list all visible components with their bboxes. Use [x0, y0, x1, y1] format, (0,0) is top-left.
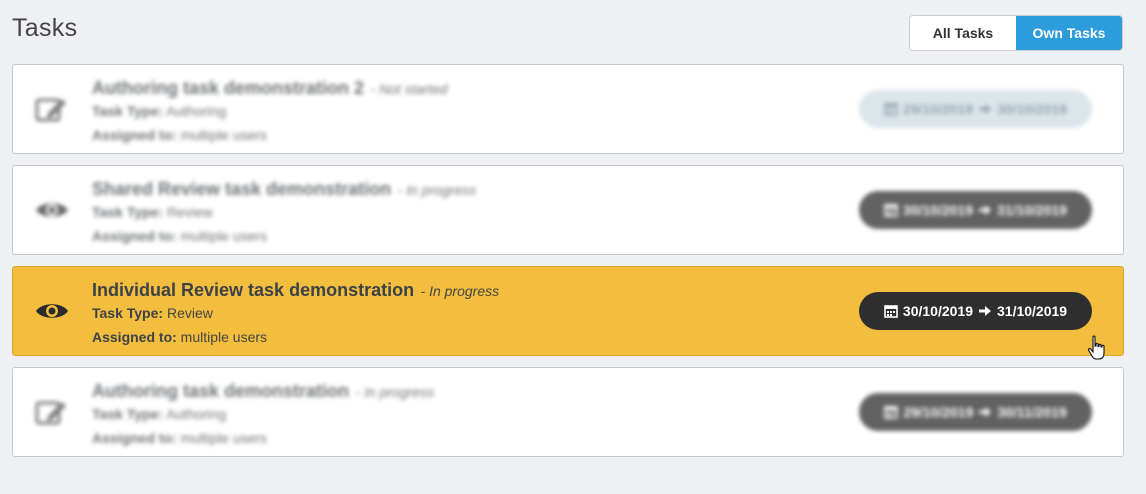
- task-card-selected[interactable]: Individual Review task demonstration - I…: [12, 266, 1124, 356]
- task-filter-toggle: All Tasks Own Tasks: [909, 15, 1123, 51]
- task-type: Task Type: Authoring: [92, 103, 226, 119]
- arrow-right-icon: [979, 407, 992, 417]
- task-title: Shared Review task demonstration: [92, 179, 392, 199]
- start-date: 30/10/2019: [902, 202, 973, 218]
- task-assigned-value: multiple users: [180, 430, 268, 446]
- task-assigned: Assigned to: multiple users: [92, 127, 267, 143]
- task-type-label: Task Type:: [92, 204, 164, 220]
- task-assigned-label: Assigned to:: [92, 430, 177, 446]
- arrow-right-icon: [979, 104, 991, 114]
- task-assigned-value: multiple users: [180, 228, 268, 244]
- task-type-value: Review: [166, 305, 213, 321]
- task-type-label: Task Type:: [92, 406, 164, 422]
- task-type-value: Review: [166, 204, 213, 220]
- task-assigned: Assigned to: multiple users: [92, 228, 267, 244]
- task-assigned-value: multiple users: [180, 127, 268, 143]
- start-date: 30/10/2019: [902, 303, 973, 319]
- edit-icon: [35, 93, 69, 125]
- task-assigned: Assigned to: multiple users: [92, 430, 267, 446]
- calendar-icon: [884, 204, 898, 217]
- all-tasks-button[interactable]: All Tasks: [910, 16, 1016, 50]
- task-status: - In progress: [355, 384, 435, 400]
- calendar-icon: [884, 406, 899, 419]
- start-date: 29/10/2019: [902, 101, 973, 117]
- arrow-right-icon: [979, 205, 991, 215]
- task-type-value: Authoring: [166, 103, 227, 119]
- date-range-pill: 29/10/2019 30/10/2019: [859, 90, 1092, 128]
- task-title: Authoring task demonstration: [92, 381, 350, 401]
- task-assigned-value: multiple users: [180, 329, 268, 345]
- arrow-right-icon: [979, 306, 991, 316]
- end-date: 30/10/2019: [997, 101, 1068, 117]
- task-title: Authoring task demonstration 2: [92, 78, 365, 98]
- task-status: - In progress: [420, 283, 500, 299]
- calendar-icon: [884, 103, 898, 116]
- date-range-pill[interactable]: 30/10/2019 31/10/2019: [859, 292, 1092, 330]
- task-card[interactable]: Authoring task demonstration 2 - Not sta…: [12, 64, 1124, 154]
- task-status: - In progress: [397, 182, 477, 198]
- task-type-label: Task Type:: [92, 305, 164, 321]
- task-title: Individual Review task demonstration: [92, 280, 415, 300]
- task-type: Task Type: Review: [92, 204, 213, 220]
- start-date: 29/10/2019: [903, 404, 974, 420]
- edit-icon: [35, 396, 69, 428]
- task-assigned-label: Assigned to:: [92, 329, 177, 345]
- task-card[interactable]: Authoring task demonstration - In progre…: [12, 367, 1124, 457]
- eye-icon: [35, 295, 69, 327]
- task-card[interactable]: Shared Review task demonstration - In pr…: [12, 165, 1124, 255]
- end-date: 31/10/2019: [997, 202, 1068, 218]
- task-status: - Not started: [370, 81, 448, 97]
- task-type-label: Task Type:: [92, 103, 164, 119]
- task-type-value: Authoring: [166, 406, 227, 422]
- date-range-pill: 30/10/2019 31/10/2019: [859, 191, 1092, 229]
- eye-icon: [35, 194, 69, 226]
- own-tasks-button[interactable]: Own Tasks: [1016, 16, 1122, 50]
- task-assigned: Assigned to: multiple users: [92, 329, 267, 345]
- page-title: Tasks: [12, 14, 78, 42]
- calendar-icon: [884, 305, 898, 318]
- task-type: Task Type: Authoring: [92, 406, 226, 422]
- date-range-pill: 29/10/2019 30/11/2019: [859, 393, 1092, 431]
- end-date: 30/11/2019: [997, 404, 1067, 420]
- task-assigned-label: Assigned to:: [92, 228, 177, 244]
- task-assigned-label: Assigned to:: [92, 127, 177, 143]
- task-type: Task Type: Review: [92, 305, 213, 321]
- end-date: 31/10/2019: [997, 303, 1068, 319]
